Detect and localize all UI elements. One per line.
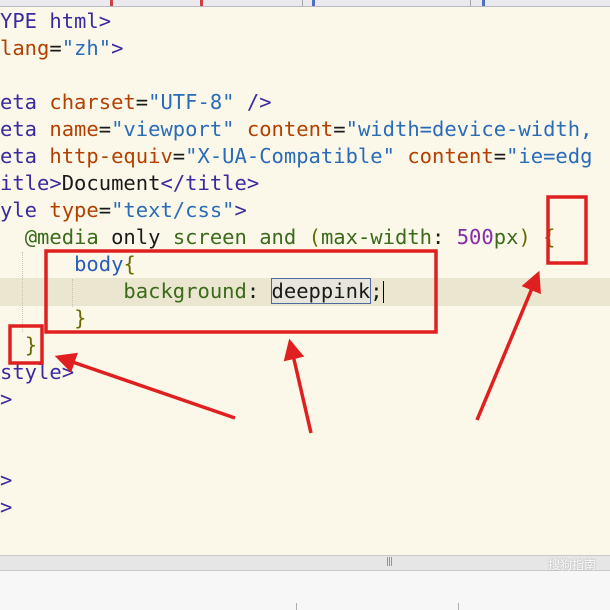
background-value[interactable]: deeppink	[270, 278, 372, 304]
body-close-brace: }	[74, 306, 87, 330]
title-close-tag: /title	[172, 171, 247, 195]
code-line-5: eta name="viewport" content="width=devic…	[0, 117, 593, 141]
media-open-brace: {	[543, 225, 556, 249]
tab-bar[interactable]	[0, 0, 610, 7]
code-line-13: }	[0, 332, 37, 359]
style-tag: yle	[0, 198, 38, 222]
panel-divider	[296, 603, 297, 610]
name-attr: name	[49, 117, 99, 141]
media-close-brace: }	[24, 333, 38, 357]
code-line-19: >	[0, 495, 13, 519]
background-property: background	[123, 279, 247, 303]
content-attr: content	[407, 144, 494, 168]
code-line-10: body{	[74, 252, 136, 276]
code-line-7: itle>Document</title>	[0, 171, 260, 195]
panel-divider	[458, 603, 459, 610]
charset-attr: charset	[49, 90, 136, 114]
code-line-14: style>	[0, 360, 75, 384]
code-line-8: yle type="text/css">	[0, 198, 247, 222]
and-keyword: and	[259, 225, 297, 249]
tab-marker-1	[110, 0, 113, 6]
horizontal-scrollbar[interactable]: |||	[0, 555, 610, 571]
code-line-9: @media only screen and (max-width: 500px…	[24, 225, 556, 249]
media-number: 500	[456, 225, 494, 249]
bottom-panel	[0, 571, 610, 610]
http-equiv-attr: http-equiv	[49, 144, 173, 168]
code-line-1: YPE html>	[0, 9, 112, 33]
text-caret	[382, 281, 384, 303]
code-line-4: eta charset="UTF-8" />	[0, 90, 272, 114]
type-attr: type	[49, 198, 99, 222]
code-line-6: eta http-equiv="X-UA-Compatible" content…	[0, 144, 593, 168]
tab-marker-2	[200, 0, 203, 6]
name-value: "viewport"	[111, 117, 235, 141]
media-unit: px	[493, 225, 519, 249]
tab-marker-4	[482, 0, 485, 6]
meta-close: />	[234, 90, 272, 114]
tab-marker-3	[312, 0, 315, 6]
type-value: "text/css"	[111, 198, 235, 222]
tab-divider-1	[302, 0, 303, 6]
screen-keyword: screen	[172, 225, 247, 249]
meta-tag: eta	[0, 117, 38, 141]
charset-value: "UTF-8"	[148, 90, 235, 114]
code-line-15: >	[0, 387, 13, 411]
title-text: Document	[61, 171, 161, 195]
lang-value: "zh"	[61, 36, 112, 60]
lang-attr: lang	[0, 36, 50, 60]
code-line-2: lang="zh">	[0, 36, 124, 60]
style-close-tag: style	[0, 360, 62, 384]
doctype-text: YPE html	[0, 9, 99, 33]
tab-divider-2	[470, 0, 471, 6]
body-selector: body	[74, 252, 124, 276]
meta-tag: eta	[0, 90, 38, 114]
code-line-18: >	[0, 468, 13, 492]
content-attr: content	[246, 117, 334, 141]
http-equiv-value: "X-UA-Compatible"	[185, 144, 395, 168]
scrollbar-grip[interactable]: |||	[386, 557, 393, 567]
code-line-11: background: deeppink;	[123, 278, 384, 304]
code-line-12: }	[0, 305, 86, 332]
media-keyword: @media	[24, 225, 99, 249]
title-tag: itle	[0, 171, 50, 195]
code-editor[interactable]: YPE html> lang="zh"> eta charset="UTF-8"…	[0, 7, 610, 555]
content-value: "ie=edg	[506, 144, 593, 168]
media-feature: max-width	[320, 225, 433, 249]
only-keyword: only	[111, 225, 161, 249]
content-value: "width=device-width,	[345, 117, 593, 141]
meta-tag: eta	[0, 144, 38, 168]
